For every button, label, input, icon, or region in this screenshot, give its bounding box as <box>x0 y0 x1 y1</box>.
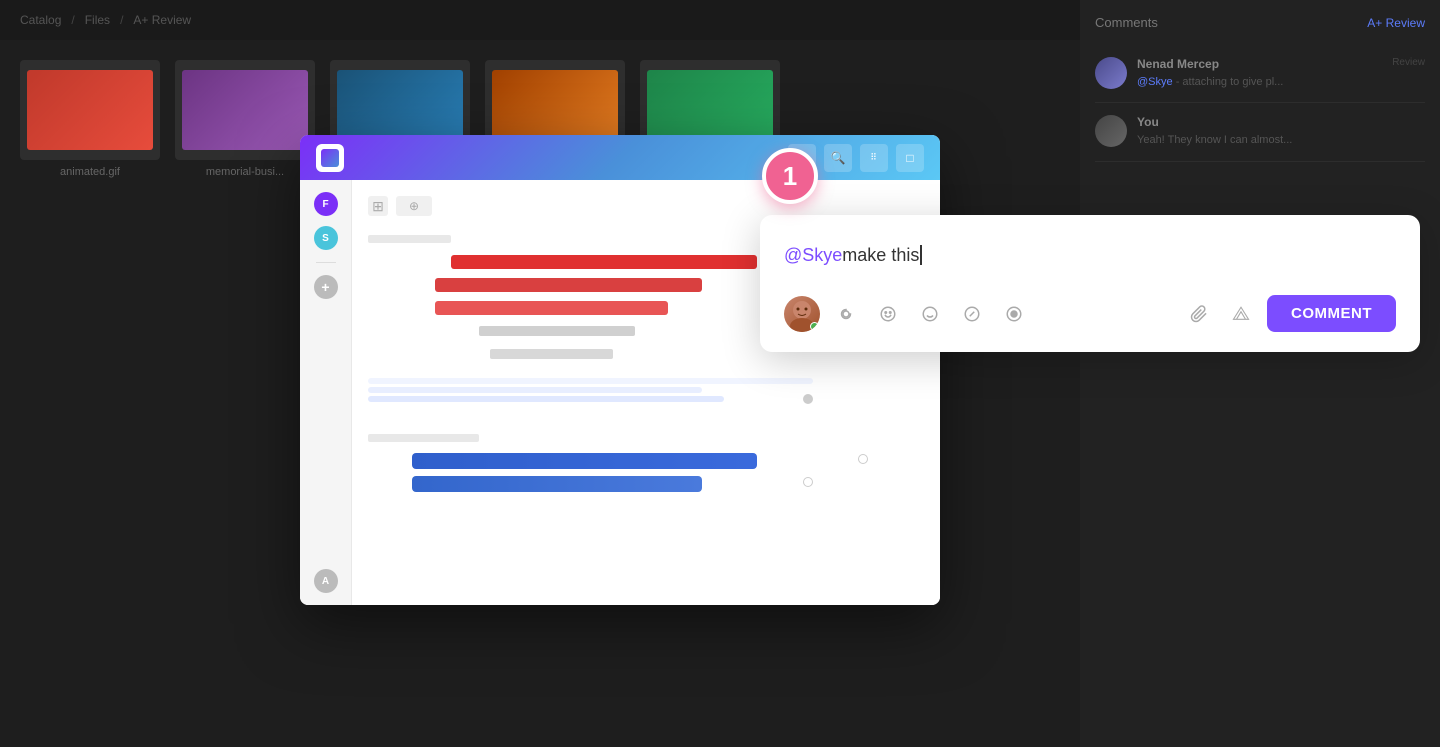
text-cursor <box>920 245 922 265</box>
add-task-button: ⊕ <box>396 196 432 216</box>
sidebar-item-add: + <box>314 275 338 299</box>
comment-button[interactable]: COMMENT <box>1267 295 1396 332</box>
file-name: animated.gif <box>60 166 120 178</box>
list-item: animated.gif <box>20 60 160 727</box>
top-bar: Catalog / Files / A+ Review <box>0 0 1080 40</box>
slash-command-button[interactable] <box>958 300 986 328</box>
breadcrumb-files: Files <box>85 13 110 27</box>
avatar <box>1095 115 1127 147</box>
list-item: memorial-busi... <box>175 60 315 727</box>
record-button[interactable] <box>1000 300 1028 328</box>
comment-body-text: make this <box>842 245 919 266</box>
google-drive-button[interactable] <box>1227 300 1255 328</box>
sidebar-item: S <box>314 226 338 250</box>
app-sidebar: F S + A <box>300 180 352 605</box>
comment-item: Nenad Mercep @Skye - attaching to give p… <box>1095 45 1425 103</box>
breadcrumb-review: A+ Review <box>133 13 191 27</box>
notification-badge-container: 1 <box>762 148 818 204</box>
notification-badge: 1 <box>762 148 818 204</box>
right-panel-action[interactable]: A+ Review <box>1367 16 1425 30</box>
right-panel: Comments A+ Review Nenad Mercep @Skye - … <box>1080 0 1440 747</box>
comment-meta: Review <box>1392 57 1425 68</box>
comment-toolbar: COMMENT <box>784 295 1396 332</box>
comment-attachment-icons <box>1185 300 1255 328</box>
right-panel-title: Comments <box>1095 15 1158 30</box>
app-toolbar: ⊞ ⊕ <box>368 196 924 216</box>
online-indicator <box>810 322 819 331</box>
mention-button[interactable] <box>832 300 860 328</box>
right-panel-header: Comments A+ Review <box>1095 15 1425 30</box>
reaction-button[interactable] <box>874 300 902 328</box>
gantt-row <box>368 429 924 447</box>
section-divider <box>368 387 702 393</box>
app-header: 🔔 🔍 ⠿ □ <box>300 135 940 180</box>
breadcrumb-catalog: Catalog <box>20 13 61 27</box>
emoji-button[interactable] <box>916 300 944 328</box>
file-name: memorial-busi... <box>206 166 284 178</box>
gantt-row <box>368 452 924 470</box>
app-screenshot: 🔔 🔍 ⠿ □ F S + A ⊞ ⊕ <box>300 135 940 605</box>
commenter-name: Nenad Mercep <box>1137 57 1382 71</box>
attach-file-button[interactable] <box>1185 300 1213 328</box>
avatar <box>1095 57 1127 89</box>
notification-count: 1 <box>783 161 797 192</box>
commenter-name: You <box>1137 115 1425 129</box>
search-icon: 🔍 <box>824 144 852 172</box>
comment-popup: @Skye make this <box>760 215 1420 352</box>
user-avatar <box>784 296 820 332</box>
gantt-row <box>368 475 924 493</box>
comment-input-area[interactable]: @Skye make this <box>784 235 1396 275</box>
mention-tag: @Skye <box>784 245 842 266</box>
comment-toolbar-icons <box>832 300 1173 328</box>
sidebar-item: F <box>314 192 338 216</box>
comment-item: You Yeah! They know I can almost... <box>1095 103 1425 161</box>
file-thumbnail <box>175 60 315 160</box>
comment-text: @Skye - attaching to give pl... <box>1137 75 1382 90</box>
comment-text: Yeah! They know I can almost... <box>1137 133 1425 148</box>
sidebar-item-bottom: A <box>314 569 338 593</box>
section-divider <box>368 378 813 384</box>
view-grid-icon: ⊞ <box>368 196 388 216</box>
grid-icon: ⠿ <box>860 144 888 172</box>
gantt-blue-section <box>368 429 924 493</box>
file-thumbnail <box>20 60 160 160</box>
apps-icon: □ <box>896 144 924 172</box>
app-logo <box>316 144 344 172</box>
